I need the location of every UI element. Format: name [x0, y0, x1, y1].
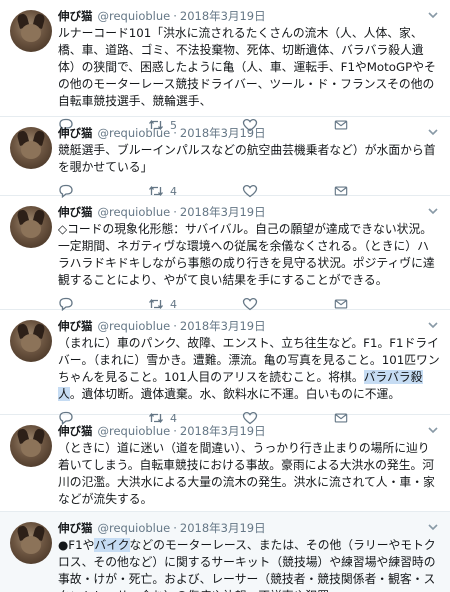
avatar[interactable]	[10, 127, 52, 169]
tweet-header: 伸び猫 @requioblue · 2018年3月19日	[58, 319, 266, 333]
tweet-date[interactable]: 2018年3月19日	[180, 521, 266, 535]
heart-icon	[242, 297, 258, 311]
tweet[interactable]: 伸び猫 @requioblue · 2018年3月19日 ルナーコード101「洪水に流…	[0, 0, 450, 132]
chevron-down-icon[interactable]	[426, 520, 440, 534]
retweet-button[interactable]: 4	[148, 297, 218, 311]
display-name[interactable]: 伸び猫	[58, 424, 93, 438]
tweet-text: （ときに）道に迷い（道を間違い）、うっかり行き止まりの場所に辿り着いてしまう。自…	[58, 440, 440, 508]
chevron-down-icon[interactable]	[426, 423, 440, 437]
tweet-text: ◇コードの現象化形態：サバイバル。自己の願望が達成できない状況。一定期間、ネガテ…	[58, 221, 440, 289]
timeline: 伸び猫 @requioblue · 2018年3月19日 ルナーコード101「洪水に流…	[0, 0, 450, 592]
tweet-date[interactable]: 2018年3月19日	[180, 424, 266, 438]
avatar[interactable]	[10, 206, 52, 248]
user-handle[interactable]: @requioblue	[98, 126, 171, 140]
tweet-text: ●F1やバイクなどのモーターレース、または、その他（ラリーやモトクロス、その他な…	[58, 537, 440, 592]
display-name[interactable]: 伸び猫	[58, 205, 93, 219]
tweet-text-segment: 。遺体切断。遺体遺棄。水、飲料水に不運。白いものに不運。	[69, 387, 401, 401]
avatar[interactable]	[10, 522, 52, 564]
chevron-down-icon[interactable]	[426, 125, 440, 139]
display-name[interactable]: 伸び猫	[58, 9, 93, 23]
tweet-text-segment: ルナーコード101「洪水に流されるたくさんの流木（人、人体、家、橋、車、道路、ゴ…	[58, 26, 436, 108]
chevron-down-icon[interactable]	[426, 318, 440, 332]
tweet[interactable]: 伸び猫 @requioblue · 2018年3月19日 競艇選手、ブルーインパルスな…	[0, 117, 450, 198]
envelope-icon	[334, 299, 348, 309]
tweet[interactable]: 伸び猫 @requioblue · 2018年3月19日 ●F1やバイクなどのモーター…	[0, 512, 450, 592]
tweet-date[interactable]: 2018年3月19日	[180, 319, 266, 333]
tweet-header: 伸び猫 @requioblue · 2018年3月19日	[58, 126, 266, 140]
chevron-down-icon[interactable]	[426, 8, 440, 22]
user-handle[interactable]: @requioblue	[98, 424, 171, 438]
tweet-text-segment: （ときに）道に迷い（道を間違い）、うっかり行き止まりの場所に辿り着いてしまう。自…	[58, 441, 435, 506]
user-handle[interactable]: @requioblue	[98, 9, 171, 23]
tweet-text: （まれに）車のパンク、故障、エンスト、立ち往生など。F1。F1ドライバー。（まれ…	[58, 335, 440, 403]
tweet-text-segment: ●F1や	[58, 538, 95, 552]
user-handle[interactable]: @requioblue	[98, 319, 171, 333]
avatar[interactable]	[10, 425, 52, 467]
tweet-date[interactable]: 2018年3月19日	[180, 126, 266, 140]
highlighted-text: バイク	[94, 538, 130, 552]
user-handle[interactable]: @requioblue	[98, 205, 171, 219]
display-name[interactable]: 伸び猫	[58, 521, 93, 535]
tweet-text: ルナーコード101「洪水に流されるたくさんの流木（人、人体、家、橋、車、道路、ゴ…	[58, 25, 440, 110]
tweet-header: 伸び猫 @requioblue · 2018年3月19日	[58, 424, 266, 438]
reply-icon	[59, 297, 73, 311]
tweet-header: 伸び猫 @requioblue · 2018年3月19日	[58, 521, 266, 535]
tweet-text-segment: ◇コードの現象化形態：サバイバル。自己の願望が達成できない状況。一定期間、ネガテ…	[58, 222, 435, 287]
reply-button[interactable]	[58, 297, 128, 311]
tweet-date[interactable]: 2018年3月19日	[180, 9, 266, 23]
chevron-down-icon[interactable]	[426, 204, 440, 218]
avatar[interactable]	[10, 320, 52, 362]
tweet-date[interactable]: 2018年3月19日	[180, 205, 266, 219]
tweet-text: 競艇選手、ブルーインパルスなどの航空曲芸機乗者など）が水面から首を覗かせている」	[58, 142, 440, 176]
tweet-header: 伸び猫 @requioblue · 2018年3月19日	[58, 205, 266, 219]
tweet[interactable]: 伸び猫 @requioblue · 2018年3月19日 ◇コードの現象化形態：サバイ…	[0, 196, 450, 311]
like-button[interactable]	[242, 297, 312, 311]
tweet-header: 伸び猫 @requioblue · 2018年3月19日	[58, 9, 266, 23]
display-name[interactable]: 伸び猫	[58, 319, 93, 333]
display-name[interactable]: 伸び猫	[58, 126, 93, 140]
tweet[interactable]: 伸び猫 @requioblue · 2018年3月19日 （ときに）道に迷い（道を間違…	[0, 415, 450, 529]
tweet-text-segment: 競艇選手、ブルーインパルスなどの航空曲芸機乗者など）が水面から首を覗かせている」	[58, 143, 436, 174]
avatar[interactable]	[10, 10, 52, 52]
tweet[interactable]: 伸び猫 @requioblue · 2018年3月19日 （まれに）車のパンク、故障、…	[0, 310, 450, 425]
retweet-icon	[148, 298, 164, 310]
user-handle[interactable]: @requioblue	[98, 521, 171, 535]
dm-button[interactable]	[334, 297, 354, 311]
